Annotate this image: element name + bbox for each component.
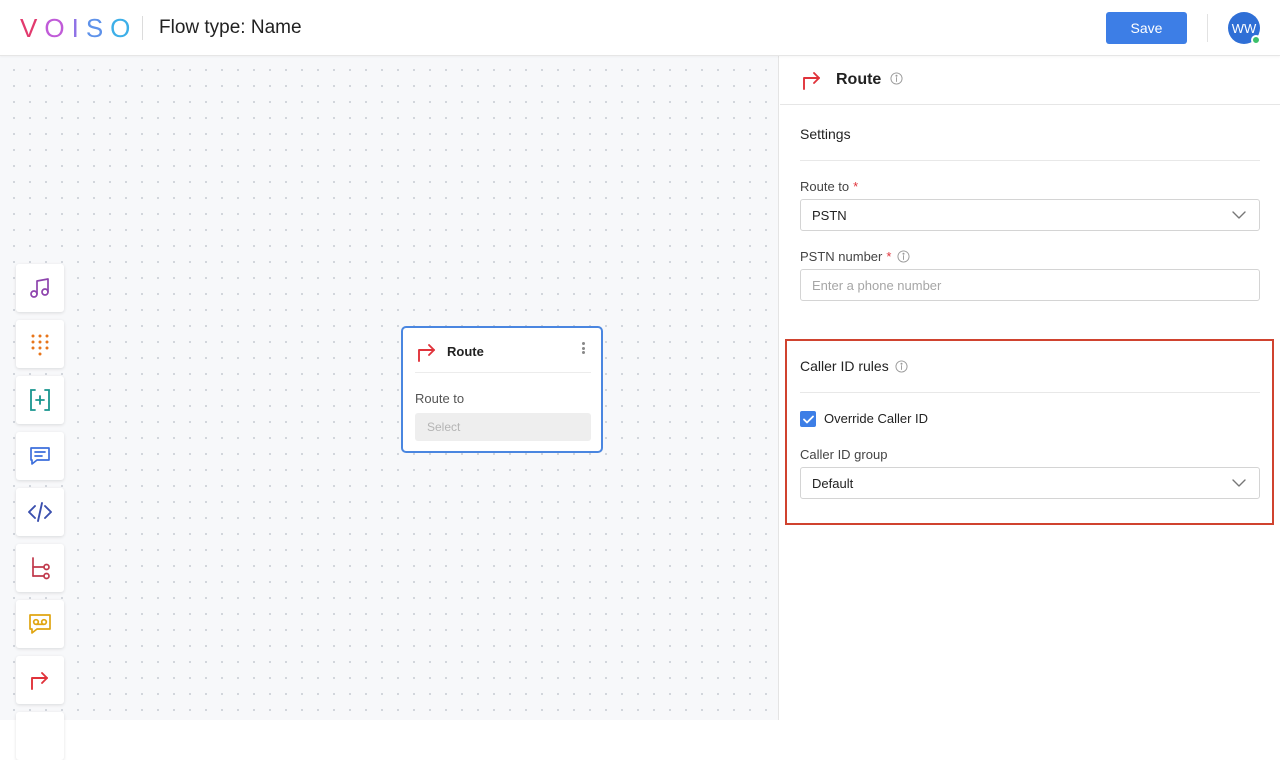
node-header <box>415 340 439 364</box>
route-to-label: Route to * <box>800 179 858 194</box>
properties-panel: Route Settings Route to * PSTN PSTN numbe… <box>780 56 1280 720</box>
online-status-dot <box>1251 35 1261 45</box>
message-icon <box>30 447 50 465</box>
route-to-label-text: Route to <box>800 179 850 194</box>
voiso-logo[interactable]: VOISO <box>20 13 137 43</box>
route-icon <box>31 672 48 690</box>
node-title: Route <box>447 344 484 359</box>
flow-title[interactable]: Flow type: Name <box>159 17 302 39</box>
flow-canvas[interactable] <box>0 56 779 760</box>
toolbar-variable-button[interactable] <box>16 376 64 424</box>
variable-icon <box>30 389 50 411</box>
panel-title: Route <box>836 71 903 89</box>
pstn-number-label: PSTN number * <box>800 249 910 264</box>
toolbar-code-button[interactable] <box>16 488 64 536</box>
node-route-select[interactable]: Select <box>415 413 591 441</box>
route-icon <box>803 72 820 90</box>
info-icon[interactable] <box>890 72 903 85</box>
caller-id-rules-title: Caller ID rules <box>800 358 908 374</box>
settings-section-title: Settings <box>800 126 851 142</box>
required-asterisk: * <box>886 249 892 264</box>
pstn-number-input[interactable] <box>800 269 1260 301</box>
caller-id-group-value: Default <box>812 476 854 491</box>
section-divider <box>800 392 1260 393</box>
app-header: VOISO Flow type: Name Save WW <box>0 0 1280 56</box>
pstn-number-label-text: PSTN number <box>800 249 883 264</box>
music-note-icon <box>30 278 49 298</box>
info-icon[interactable] <box>895 359 908 373</box>
chevron-down-icon <box>1232 479 1246 487</box>
toolbar-route-button[interactable] <box>16 656 64 704</box>
chevron-down-icon <box>1232 211 1246 219</box>
branch-icon <box>32 557 50 580</box>
caller-id-rules-text: Caller ID rules <box>800 358 889 374</box>
toolbar-more-button[interactable] <box>16 712 64 760</box>
header-divider <box>1207 14 1208 42</box>
voicemail-icon <box>29 614 51 634</box>
route-icon <box>418 344 435 362</box>
caller-id-group-label: Caller ID group <box>800 447 887 462</box>
checkmark-icon <box>802 415 814 423</box>
route-to-select[interactable]: PSTN <box>800 199 1260 231</box>
toolbar-message-button[interactable] <box>16 432 64 480</box>
dialpad-icon <box>31 334 49 356</box>
toolbar-branch-button[interactable] <box>16 544 64 592</box>
section-divider <box>800 160 1260 161</box>
code-icon <box>28 502 52 522</box>
toolbar-play-audio-button[interactable] <box>16 264 64 312</box>
kebab-menu-icon[interactable] <box>579 340 587 356</box>
node-divider <box>415 372 591 373</box>
caller-id-group-select[interactable]: Default <box>800 467 1260 499</box>
panel-title-text: Route <box>836 71 882 88</box>
required-asterisk: * <box>853 179 859 194</box>
node-field-label: Route to <box>415 391 465 406</box>
panel-header: Route <box>780 56 1280 105</box>
save-button[interactable]: Save <box>1106 12 1187 44</box>
toolbar-voicemail-button[interactable] <box>16 600 64 648</box>
route-to-value: PSTN <box>812 208 847 223</box>
info-icon[interactable] <box>897 250 910 263</box>
route-node[interactable]: Route Route to Select <box>401 326 603 453</box>
caller-id-group-label-text: Caller ID group <box>800 447 888 462</box>
header-divider <box>142 16 143 40</box>
override-caller-id-checkbox[interactable] <box>800 411 816 427</box>
toolbar-dialpad-button[interactable] <box>16 320 64 368</box>
override-caller-id-label[interactable]: Override Caller ID <box>824 411 928 426</box>
